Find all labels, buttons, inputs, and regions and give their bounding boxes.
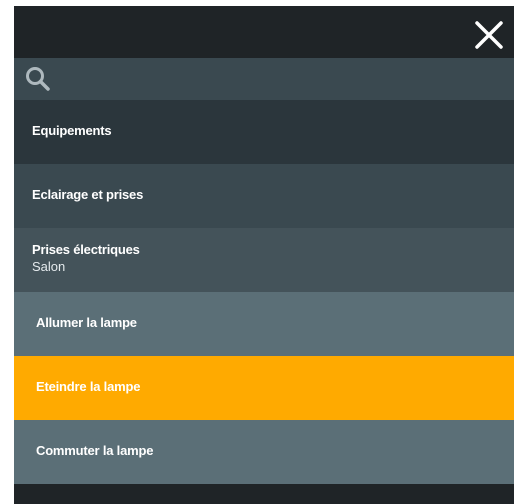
search-icon[interactable]	[24, 65, 52, 93]
section-header-equipements[interactable]: Equipements	[14, 100, 514, 164]
category-item-eclairage[interactable]: Eclairage et prises	[14, 164, 514, 228]
category-label: Eclairage et prises	[32, 187, 144, 202]
action-label: Eteindre la lampe	[36, 379, 141, 394]
action-label: Commuter la lampe	[36, 443, 154, 458]
device-name: Prises électriques	[32, 242, 140, 257]
device-item-prises[interactable]: Prises électriques Salon	[14, 228, 514, 292]
section-header-label: Equipements	[32, 123, 112, 138]
close-icon[interactable]	[472, 18, 506, 52]
action-allumer-button[interactable]: Allumer la lampe	[14, 292, 514, 356]
panel-footer	[14, 484, 514, 504]
search-bar	[14, 58, 514, 100]
search-input[interactable]	[58, 64, 502, 96]
action-commuter-button[interactable]: Commuter la lampe	[14, 420, 514, 484]
close-button[interactable]	[472, 18, 506, 52]
top-bar	[14, 6, 514, 58]
action-eteindre-button[interactable]: Eteindre la lampe	[14, 356, 514, 420]
menu-panel: Equipements Eclairage et prises Prises é…	[14, 6, 514, 504]
device-room: Salon	[32, 259, 66, 274]
action-label: Allumer la lampe	[36, 315, 137, 330]
